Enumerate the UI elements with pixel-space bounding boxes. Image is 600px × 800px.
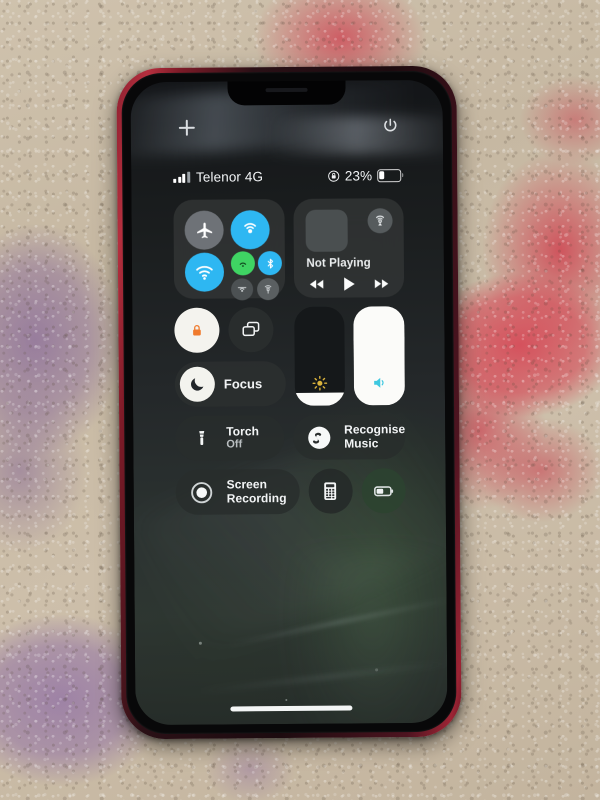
status-bar: Telenor 4G 23% (131, 165, 443, 187)
connectivity-module[interactable] (173, 199, 285, 301)
speaker-icon (371, 374, 388, 396)
status-bar-left: Telenor 4G (173, 169, 263, 185)
brightness-sun-icon (311, 375, 328, 397)
phone-bezel: Telenor 4G 23% Not Playing Focus Torch O… (121, 70, 457, 735)
phone-screen[interactable]: Telenor 4G 23% Not Playing Focus Torch O… (130, 79, 448, 726)
now-playing-module[interactable]: Not Playing (292, 198, 405, 298)
battery-percent-label: 23% (344, 167, 373, 184)
screen-mirroring-button[interactable] (228, 307, 274, 353)
wifi-icon[interactable] (184, 252, 225, 292)
cc-sliders (293, 306, 406, 406)
focus-button[interactable]: Focus (174, 361, 286, 407)
play-icon[interactable] (338, 273, 359, 294)
screen-recording-title-line1: Screen (226, 477, 268, 492)
record-icon (187, 477, 217, 507)
calculator-button[interactable] (308, 468, 353, 514)
dust-speck (285, 699, 288, 702)
power-icon[interactable] (382, 117, 399, 134)
cc-row-bottom: Screen Recording (175, 468, 406, 515)
album-art-placeholder (304, 209, 348, 252)
cc-row-torch: Torch Off Recognise Music (175, 414, 406, 461)
moon-icon (179, 366, 215, 402)
dust-speck (198, 641, 202, 645)
cc-middle-left: Focus (174, 307, 286, 407)
dust-speck (375, 668, 378, 671)
screen-glare-5 (226, 597, 448, 647)
carrier-label: Telenor 4G (195, 168, 264, 185)
status-bar-right: 23% (327, 167, 402, 184)
earpiece-speaker (265, 87, 308, 93)
cc-row-middle: Focus (174, 306, 406, 407)
screen-recording-label-group: Screen Recording (226, 477, 287, 505)
phone-device: Telenor 4G 23% Not Playing Focus Torch O… (116, 65, 462, 740)
top-icon-row (131, 116, 443, 140)
torch-button[interactable]: Torch Off (175, 415, 285, 461)
battery-fill (379, 170, 385, 180)
brightness-slider[interactable] (293, 306, 346, 406)
screen-recording-button[interactable]: Screen Recording (175, 468, 300, 515)
airplay-icon[interactable] (367, 208, 393, 234)
notch (227, 79, 346, 106)
low-power-mode-button[interactable] (361, 468, 406, 514)
cellular-data-icon[interactable] (230, 210, 270, 250)
rewind-icon[interactable] (306, 275, 325, 294)
media-transport-controls (306, 274, 391, 294)
recognise-music-title-line2: Music (344, 435, 379, 451)
recognise-music-label-group: Recognise Music (344, 422, 406, 451)
rotation-lock-status-icon (327, 170, 339, 182)
battery-icon (377, 168, 402, 182)
volume-slider[interactable] (353, 306, 406, 406)
airdrop-icon[interactable] (230, 251, 255, 276)
fast-forward-icon[interactable] (372, 274, 391, 293)
home-indicator[interactable] (230, 705, 353, 712)
recognise-music-title-line1: Recognise (344, 422, 406, 437)
satellite-icon[interactable] (257, 278, 280, 301)
screen-glare-4 (284, 549, 448, 726)
control-center: Not Playing Focus Torch Off Recognise Mu… (173, 198, 406, 515)
rotation-lock-button[interactable] (174, 307, 220, 353)
cc-round-button-row (174, 307, 285, 353)
now-playing-title: Not Playing (306, 257, 371, 270)
recognise-music-button[interactable]: Recognise Music (292, 414, 406, 460)
bluetooth-icon[interactable] (257, 251, 282, 276)
screen-recording-title-line2: Recording (226, 490, 287, 505)
cc-row-top: Not Playing (173, 198, 405, 301)
personal-hotspot-icon[interactable] (231, 278, 254, 301)
torch-subtitle: Off (226, 438, 243, 451)
shazam-icon (304, 422, 334, 452)
plus-icon[interactable] (179, 120, 195, 136)
flashlight-icon (186, 423, 216, 453)
screen-glare-6 (195, 661, 448, 694)
airplane-mode-icon[interactable] (184, 210, 224, 250)
focus-label: Focus (223, 376, 263, 392)
signal-strength-icon (173, 171, 191, 183)
torch-label-group: Torch Off (226, 423, 259, 451)
torch-title: Torch (226, 423, 259, 439)
